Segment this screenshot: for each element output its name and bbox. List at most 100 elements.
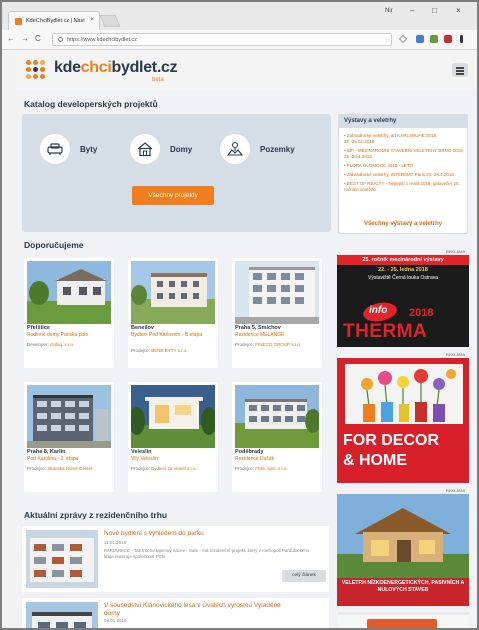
expo-item[interactable]: • BEST OF REALTY - Nejlepší z realit 201… bbox=[344, 181, 466, 193]
extension-icon[interactable] bbox=[430, 35, 438, 43]
landscape-icon bbox=[226, 141, 244, 156]
tab-title: KdeChciBydlet.cz | Navi bbox=[26, 18, 85, 24]
project-city: Veleslín bbox=[131, 449, 152, 455]
bookmark-star-icon[interactable] bbox=[398, 34, 408, 44]
news-photo bbox=[26, 530, 98, 588]
ad-therma-name: THERMA bbox=[343, 321, 428, 342]
news-item[interactable]: Nové bydlení s výhledem do parku 11.01.2… bbox=[22, 526, 329, 592]
news-item[interactable]: V sousedství Klánovického lesa v Úvalech… bbox=[22, 598, 329, 628]
logo-beta: beta bbox=[152, 77, 164, 83]
project-card[interactable]: Praha 5, Smíchov Rezidence MÉLANGE Prode… bbox=[232, 258, 322, 368]
url-input[interactable]: https://www.kdechcibydlet.cz bbox=[52, 33, 392, 46]
catalog-item-label: Byty bbox=[80, 145, 98, 154]
project-city: Poděbrady bbox=[235, 449, 264, 455]
ad-label: REKLAMA bbox=[446, 352, 466, 357]
all-projects-button[interactable]: Všechny projekty bbox=[132, 186, 214, 205]
close-window-button[interactable]: × bbox=[456, 6, 461, 15]
catalog-item-label: Pozemky bbox=[260, 145, 295, 154]
favicon-icon bbox=[15, 18, 22, 25]
ad-therma-info: info bbox=[369, 305, 388, 316]
catalog-item-label: Domy bbox=[170, 145, 193, 154]
expo-item[interactable]: • Zahradnické veletrhy, INTERMAT Paris 2… bbox=[344, 172, 466, 178]
project-developer: Prodejce: FINECO GROUP s.r.o. bbox=[235, 342, 301, 347]
project-photo bbox=[131, 385, 215, 448]
site-logo[interactable]: kdechcibydlet.cz bbox=[54, 59, 178, 77]
menu-kebab-icon[interactable] bbox=[460, 35, 463, 43]
catalog-heading: Katalog developerských projektů bbox=[24, 99, 158, 109]
project-title[interactable]: Bydlení Pod Karlovem - B etapa bbox=[131, 332, 215, 338]
house-icon bbox=[137, 142, 153, 157]
tab-bar: KdeChciBydlet.cz | Navi × Nir – □ × bbox=[2, 2, 477, 30]
url-text: https://www.kdechcibydlet.cz bbox=[67, 37, 138, 43]
project-developer: Prodejce: BENE BYTY s.r.o. bbox=[131, 348, 188, 353]
project-card[interactable]: Přelštice Rodinné domy Panská pole Devel… bbox=[24, 258, 114, 368]
profile-name[interactable]: Nir bbox=[385, 8, 393, 14]
ad-banner-partial[interactable] bbox=[337, 612, 469, 628]
ad-therma-line1: 25. ročník mezinárodní výstavy bbox=[337, 255, 469, 265]
news-photo bbox=[26, 602, 98, 628]
project-title[interactable]: Vily Veleslín bbox=[131, 456, 215, 462]
back-button[interactable]: ← bbox=[7, 34, 15, 43]
project-photo bbox=[235, 261, 319, 324]
browser-tab[interactable]: KdeChciBydlet.cz | Navi × bbox=[8, 11, 100, 30]
project-photo bbox=[131, 261, 215, 324]
expo-item[interactable]: • IBF - MEZINÁRODNÍ STAVEBNÍ VELETRHY BR… bbox=[344, 148, 466, 160]
project-developer: Prodejce: Bydlení za Veselí s.r.o. bbox=[131, 466, 197, 471]
news-title[interactable]: Nové bydlení s výhledem do parku bbox=[104, 530, 324, 538]
news-heading: Aktuální zprávy z rezidenčního trhu bbox=[24, 510, 168, 520]
decor-ad-banner[interactable]: FOR DECOR & HOME bbox=[337, 358, 469, 483]
tab-close-icon[interactable]: × bbox=[90, 17, 94, 23]
logo-dots-icon bbox=[26, 60, 48, 80]
house-fair-ad-banner[interactable]: VELETRH NÍZKOENERGETICKÝCH, PASIVNÍCH A … bbox=[337, 494, 469, 606]
news-title[interactable]: V sousedství Klánovického lesa v Úvalech… bbox=[104, 602, 294, 618]
all-expos-link[interactable]: Všechny výstavy a veletrhy bbox=[339, 221, 467, 227]
expo-heading: Výstavy a veletrhy bbox=[339, 115, 467, 128]
project-title[interactable]: Port Karolina - 2. etapa bbox=[27, 456, 111, 462]
project-title[interactable]: Rodinné domy Panská pole bbox=[27, 332, 111, 338]
project-title[interactable]: Rezidence MÉLANGE bbox=[235, 332, 319, 338]
ad-decor-line1: FOR DECOR bbox=[343, 432, 439, 449]
catalog-panel: Byty Domy Pozemky Všechny projekty bbox=[22, 114, 331, 232]
project-card[interactable]: Veleslín Vily Veleslín Prodejce: Bydlení… bbox=[128, 382, 218, 492]
site-header: kdechcibydlet.cz beta bbox=[16, 50, 477, 90]
address-bar-row: ← → C https://www.kdechcibydlet.cz bbox=[2, 30, 477, 50]
ad-house-text: VELETRH NÍZKOENERGETICKÝCH, PASIVNÍCH A … bbox=[341, 580, 465, 593]
expo-item[interactable]: • FLORA OLOMOUC 2018 - LÉTO bbox=[344, 163, 466, 169]
project-city: Přelštice bbox=[27, 325, 50, 331]
project-photo bbox=[27, 261, 111, 324]
main-content: Katalog developerských projektů Byty Dom… bbox=[16, 90, 477, 628]
project-developer: Prodejce: Skanska Home Center bbox=[27, 466, 93, 471]
ad-label: REKLAMA bbox=[446, 488, 466, 493]
expo-panel: Výstavy a veletrhy • Zahradnické veletrh… bbox=[338, 114, 468, 234]
lock-icon bbox=[58, 37, 63, 42]
project-photo bbox=[27, 385, 111, 448]
news-date: 11.01.2018 bbox=[104, 540, 127, 545]
extension-icon[interactable] bbox=[416, 35, 424, 43]
project-card[interactable]: Praha 8, Karlín Port Karolina - 2. etapa… bbox=[24, 382, 114, 492]
hamburger-menu-button[interactable] bbox=[452, 63, 468, 77]
maximize-button[interactable]: □ bbox=[432, 6, 437, 15]
therma-ad-banner[interactable]: 25. ročník mezinárodní výstavy 22. - 25.… bbox=[337, 255, 469, 347]
read-more-button[interactable]: celý článek bbox=[282, 570, 326, 582]
expo-item[interactable]: • Zahradnické veletrhy, art KARLSRUHE 20… bbox=[344, 133, 466, 145]
flower-vases-image bbox=[345, 364, 463, 424]
extension-icon[interactable] bbox=[444, 35, 452, 43]
ad-therma-year: 2018 bbox=[409, 307, 434, 319]
new-tab-button[interactable] bbox=[99, 15, 121, 27]
project-developer: Prodejce: FMS, spol. s r.o. bbox=[235, 466, 288, 471]
project-city: Praha 5, Smíchov bbox=[235, 325, 281, 331]
expo-list: • Zahradnické veletrhy, art KARLSRUHE 20… bbox=[344, 133, 466, 196]
project-city: Praha 8, Karlín bbox=[27, 449, 66, 455]
reload-button[interactable]: C bbox=[35, 34, 41, 43]
ad-decor-line2: & HOME bbox=[343, 452, 407, 469]
project-photo bbox=[235, 385, 319, 448]
project-card[interactable]: Benešov Bydlení Pod Karlovem - B etapa P… bbox=[128, 258, 218, 368]
news-text: PARDUBICE - Tak trochu tajemný název - S… bbox=[104, 548, 310, 559]
project-title[interactable]: Rezidence Dučák bbox=[235, 456, 319, 462]
project-city: Benešov bbox=[131, 325, 154, 331]
forward-button[interactable]: → bbox=[21, 34, 29, 43]
minimize-button[interactable]: – bbox=[410, 6, 414, 15]
news-date: 09.01.2018 bbox=[104, 618, 127, 623]
project-card[interactable]: Poděbrady Rezidence Dučák Prodejce: FMS,… bbox=[232, 382, 322, 492]
ad-label: REKLAMA bbox=[446, 249, 466, 254]
